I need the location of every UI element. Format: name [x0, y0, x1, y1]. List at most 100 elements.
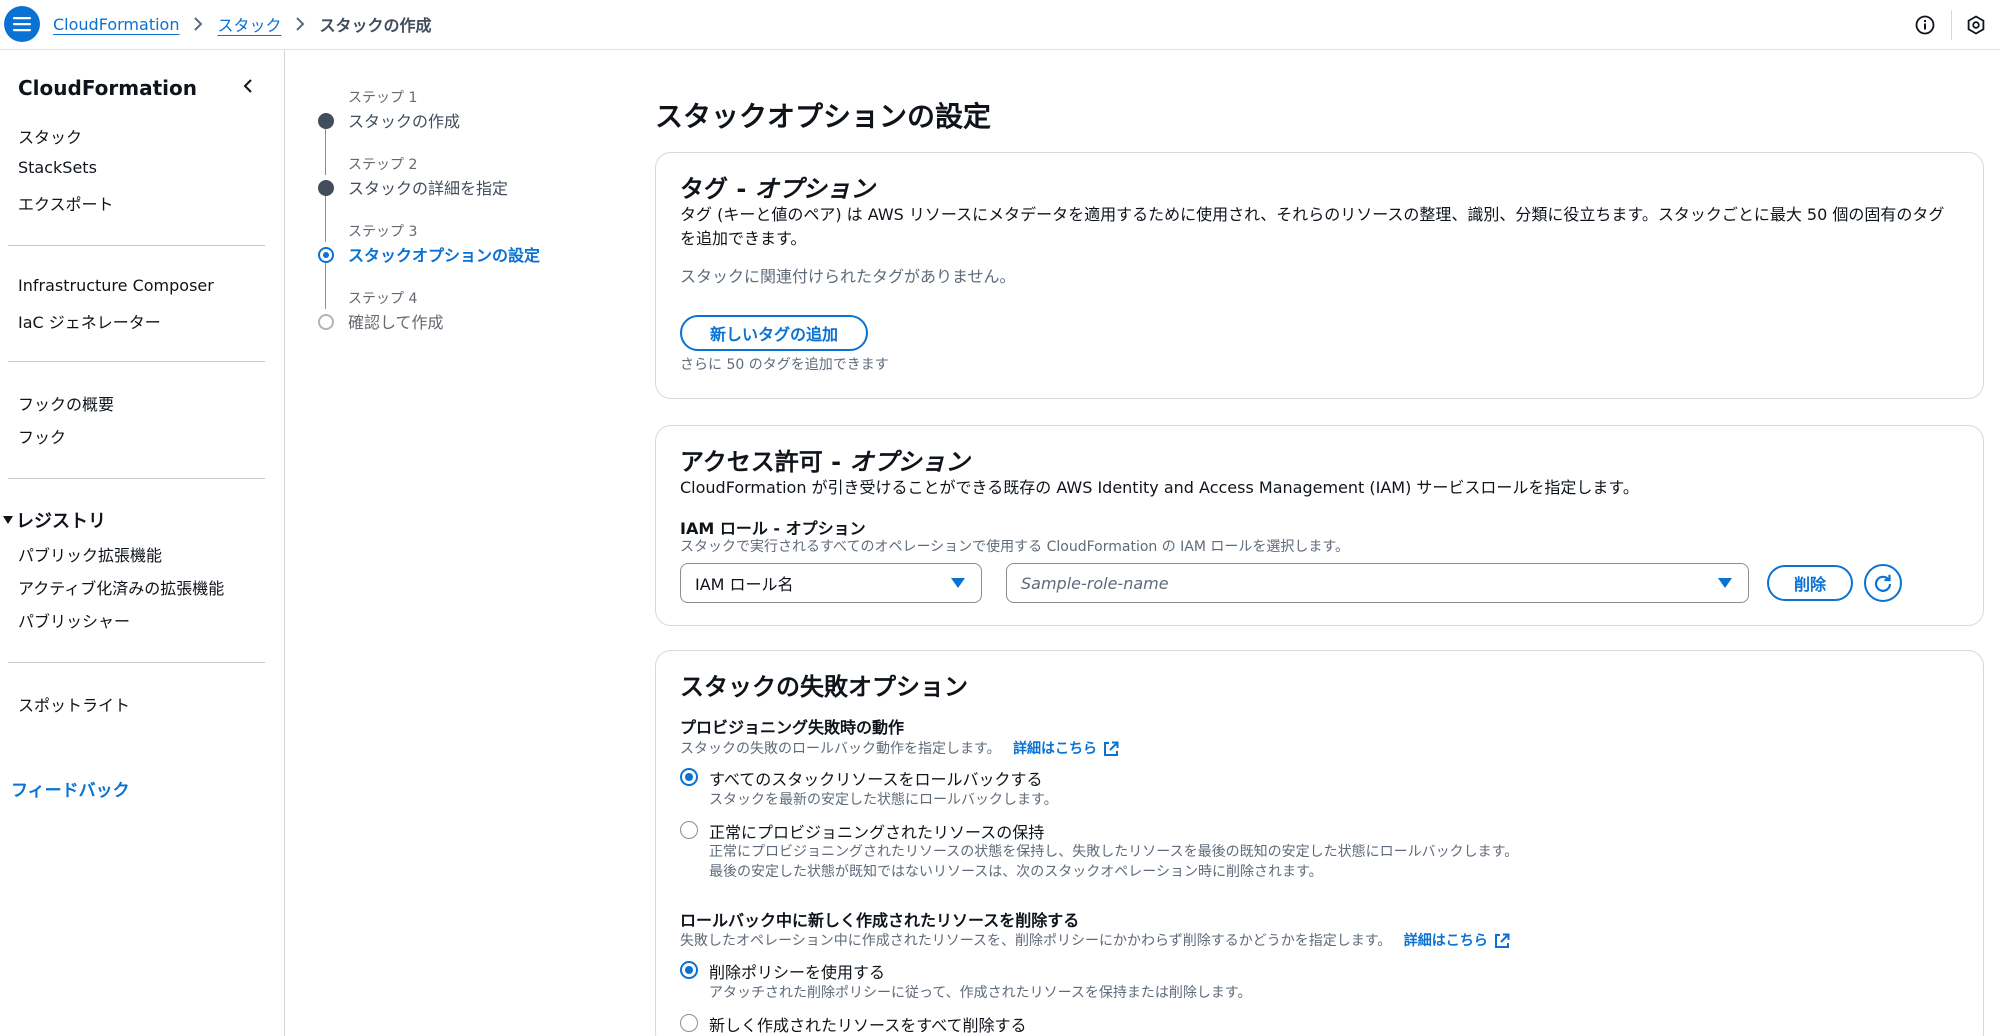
add-tag-button[interactable]: 新しいタグの追加	[680, 315, 868, 351]
permissions-description: CloudFormation が引き受けることができる既存の AWS Ident…	[680, 478, 1639, 497]
failure-options-container: スタックの失敗オプション プロビジョニング失敗時の動作 スタックの失敗のロールバ…	[655, 650, 1984, 1036]
sidebar-title[interactable]: CloudFormation	[18, 76, 197, 100]
step-connector	[325, 129, 326, 175]
iam-role-name-placeholder: Sample-role-name	[1021, 573, 1169, 593]
sidebar-divider	[8, 245, 265, 246]
iam-role-hint: スタックで実行されるすべてのオペレーションで使用する CloudFormatio…	[680, 539, 1350, 555]
delete-new-resources-hint: 失敗したオペレーション中に作成されたリソースを、削除ポリシーにかかわらず削除する…	[680, 931, 1510, 951]
delete-new-resources-hint-text: 失敗したオペレーション中に作成されたリソースを、削除ポリシーにかかわらず削除する…	[680, 933, 1392, 949]
remove-role-button[interactable]: 削除	[1767, 565, 1853, 601]
step-connector	[325, 196, 326, 242]
step-1-number: ステップ 1	[348, 90, 418, 106]
tags-empty-message: スタックに関連付けられたタグがありません。	[680, 267, 1016, 286]
sidebar-item-spotlight[interactable]: スポットライト	[18, 692, 130, 716]
feedback-link[interactable]: フィードバック	[11, 776, 130, 801]
delete-all-new-radio[interactable]	[680, 1014, 698, 1032]
top-navigation: CloudFormation スタック スタックの作成	[0, 0, 2000, 50]
iam-role-label: IAM ロール - オプション	[680, 519, 866, 538]
use-deletion-policy-label[interactable]: 削除ポリシーを使用する	[709, 959, 885, 983]
sidebar-item-public-extensions[interactable]: パブリック拡張機能	[18, 542, 162, 566]
rollback-all-label[interactable]: すべてのスタックリソースをロールバックする	[709, 766, 1042, 790]
step-3-indicator	[318, 247, 334, 263]
info-icon	[1915, 15, 1935, 35]
wizard-steps: ステップ 1 スタックの作成 ステップ 2 スタックの詳細を指定 ステップ 3 …	[300, 50, 620, 350]
learn-more-text: 詳細はこちら	[1013, 741, 1098, 757]
sidebar-item-stacksets[interactable]: StackSets	[18, 158, 97, 177]
breadcrumb-stacks[interactable]: スタック	[217, 12, 281, 36]
chevron-right-icon	[295, 17, 305, 31]
step-2-number: ステップ 2	[348, 157, 418, 173]
step-1-label[interactable]: スタックの作成	[348, 108, 460, 132]
sidebar-item-publishers[interactable]: パブリッシャー	[18, 608, 130, 632]
sidebar-divider	[8, 662, 265, 663]
menu-button[interactable]	[4, 6, 40, 42]
settings-button[interactable]	[1952, 0, 2000, 50]
tags-heading: タグ - オプション	[680, 169, 875, 204]
tags-description: タグ (キーと値のペア) は AWS リソースにメタデータを適用するために使用さ…	[680, 205, 1945, 248]
use-deletion-policy-radio[interactable]	[680, 961, 698, 979]
step-1-indicator	[318, 113, 334, 129]
chevron-left-icon	[243, 79, 252, 93]
failure-heading: スタックの失敗オプション	[680, 673, 968, 701]
sidebar-item-activated-extensions[interactable]: アクティブ化済みの拡張機能	[18, 575, 224, 599]
collapse-sidebar-button[interactable]	[236, 74, 260, 98]
sidebar-item-stacks[interactable]: スタック	[18, 124, 82, 148]
delete-all-new-label[interactable]: 新しく作成されたリソースをすべて削除する	[709, 1012, 1026, 1036]
tags-remaining: さらに 50 のタグを追加できます	[680, 357, 889, 373]
top-utilities	[1899, 0, 2000, 50]
sidebar-section-registry[interactable]: レジストリ	[0, 507, 106, 533]
side-navigation: CloudFormation スタック StackSets エクスポート Inf…	[0, 50, 285, 1036]
sidebar-item-hooks[interactable]: フック	[18, 424, 66, 448]
provision-failure-hint-text: スタックの失敗のロールバック動作を指定します。	[680, 741, 1001, 757]
caret-down-icon	[0, 516, 16, 524]
learn-more-link[interactable]: 詳細はこちら	[1013, 739, 1119, 759]
rollback-all-radio[interactable]	[680, 768, 698, 786]
caret-down-icon	[1718, 578, 1732, 588]
delete-new-resources-label: ロールバック中に新しく作成されたリソースを削除する	[680, 911, 1080, 930]
sidebar-item-exports[interactable]: エクスポート	[18, 191, 114, 215]
step-4-number: ステップ 4	[348, 291, 418, 307]
iam-role-name-select[interactable]: Sample-role-name	[1006, 563, 1749, 603]
step-4-label: 確認して作成	[348, 313, 444, 332]
hamburger-icon	[13, 17, 31, 32]
sidebar-item-iac-generator[interactable]: IaC ジェネレーター	[18, 309, 161, 333]
preserve-resources-label[interactable]: 正常にプロビジョニングされたリソースの保持	[709, 819, 1044, 843]
iam-role-type-select[interactable]: IAM ロール名	[680, 563, 982, 603]
info-button[interactable]	[1899, 0, 1951, 50]
sidebar-divider	[8, 478, 265, 479]
tags-container: タグ - オプション タグ (キーと値のペア) は AWS リソースにメタデータ…	[655, 152, 1984, 399]
gear-icon	[1967, 15, 1985, 35]
learn-more-text: 詳細はこちら	[1403, 933, 1488, 949]
step-4-indicator	[318, 314, 334, 330]
external-link-icon	[1494, 933, 1510, 948]
sidebar-item-hooks-overview[interactable]: フックの概要	[18, 391, 114, 415]
step-2-indicator	[318, 180, 334, 196]
refresh-icon	[1874, 574, 1892, 592]
breadcrumb-cloudformation[interactable]: CloudFormation	[53, 15, 179, 34]
rollback-all-description: スタックを最新の安定した状態にロールバックします。	[709, 792, 1058, 808]
permissions-heading: アクセス許可 - オプション	[680, 442, 969, 477]
step-3-number: ステップ 3	[348, 224, 418, 240]
step-2-label[interactable]: スタックの詳細を指定	[348, 175, 508, 199]
permissions-heading-optional: オプション	[849, 448, 970, 476]
provision-failure-label: プロビジョニング失敗時の動作	[680, 718, 905, 737]
preserve-resources-radio[interactable]	[680, 821, 698, 839]
tags-heading-optional: オプション	[754, 175, 875, 203]
permissions-heading-text: アクセス許可 -	[680, 448, 850, 476]
sidebar-item-infrastructure-composer[interactable]: Infrastructure Composer	[18, 276, 214, 295]
iam-role-type-value: IAM ロール名	[695, 575, 794, 594]
sidebar-divider	[8, 361, 265, 362]
provision-failure-hint: スタックの失敗のロールバック動作を指定します。 詳細はこちら	[680, 739, 1119, 759]
learn-more-link-2[interactable]: 詳細はこちら	[1404, 931, 1510, 951]
breadcrumb-current: スタックの作成	[319, 16, 432, 35]
caret-down-icon	[951, 578, 965, 588]
step-3-label: スタックオプションの設定	[348, 246, 541, 265]
breadcrumb: CloudFormation スタック スタックの作成	[53, 12, 432, 36]
chevron-right-icon	[193, 17, 203, 31]
refresh-button[interactable]	[1864, 564, 1902, 602]
permissions-container: アクセス許可 - オプション CloudFormation が引き受けることがで…	[655, 425, 1984, 626]
tags-heading-text: タグ -	[680, 175, 755, 203]
page-title: スタックオプションの設定	[655, 100, 992, 133]
use-deletion-policy-description: アタッチされた削除ポリシーに従って、作成されたリソースを保持または削除します。	[709, 985, 1252, 1001]
step-connector	[325, 263, 326, 309]
